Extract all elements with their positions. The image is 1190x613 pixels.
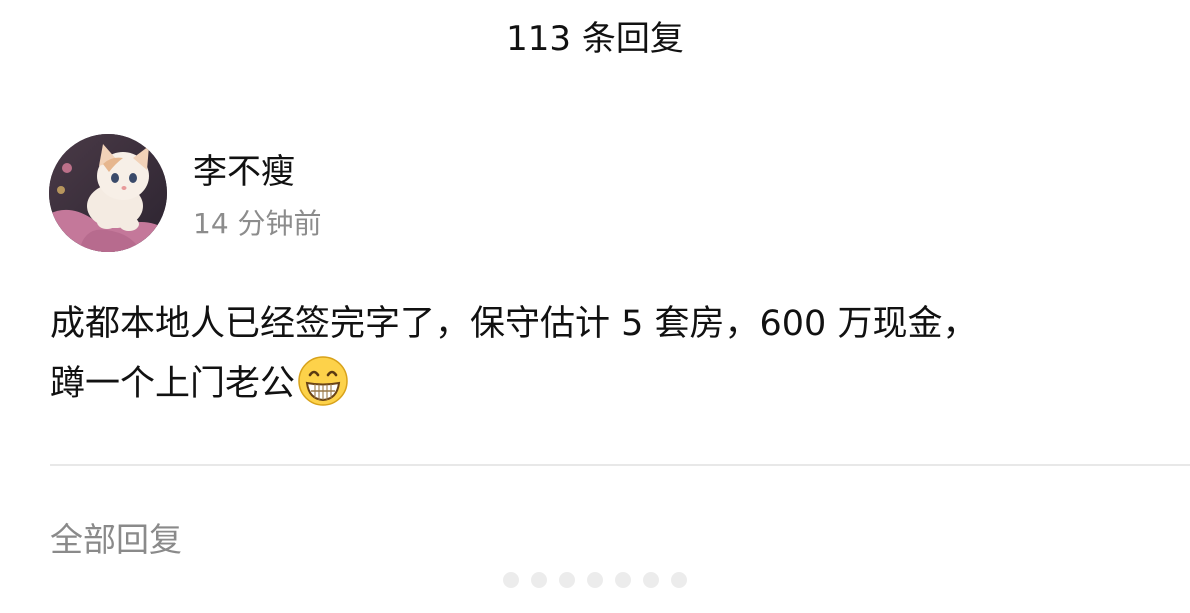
grinning-face-icon <box>298 356 348 406</box>
post-timestamp: 14 分钟前 <box>193 207 322 240</box>
watermark-pattern <box>503 572 687 588</box>
username[interactable]: 李不瘦 <box>193 148 295 196</box>
avatar[interactable] <box>49 134 167 252</box>
post-text-line: 蹲一个上门老公 <box>50 364 296 404</box>
post-text-line: 成都本地人已经签完字了，保守估计 5 套房，600 万现金， <box>50 304 978 344</box>
cat-avatar-image <box>49 134 167 252</box>
post-text-line-with-emoji: 蹲一个上门老公 <box>50 354 1185 414</box>
divider <box>50 464 1190 466</box>
post-content: 成都本地人已经签完字了，保守估计 5 套房，600 万现金， 蹲一个上门老公 <box>50 294 1185 414</box>
page-title: 113 条回复 <box>506 19 684 59</box>
all-replies-heading: 全部回复 <box>50 520 182 559</box>
